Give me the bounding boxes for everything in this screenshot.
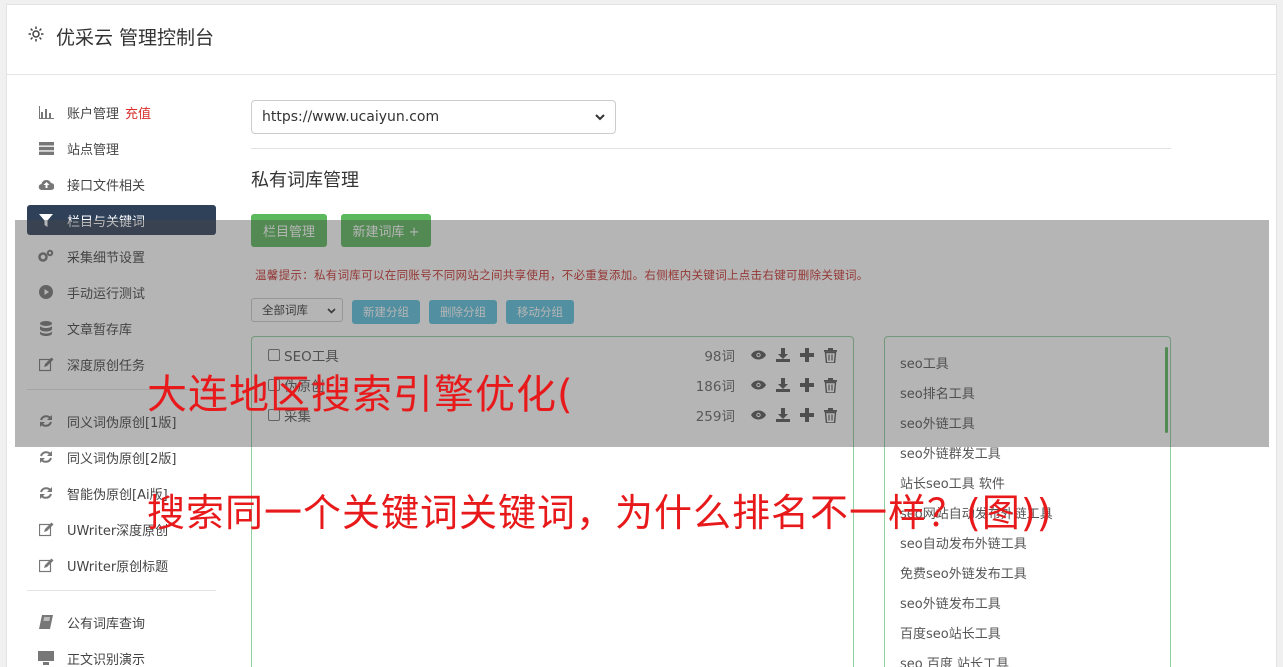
keyword-item[interactable]: 百度seo站长工具 (900, 623, 1001, 642)
sidebar-item-text-recognition[interactable]: 正文识别演示 (27, 643, 216, 667)
recharge-link[interactable]: 充值 (125, 103, 151, 122)
refresh-icon (38, 485, 54, 501)
sidebar-item-label: 站点管理 (67, 142, 120, 158)
sidebar-item-interface[interactable]: 接口文件相关 (27, 169, 216, 199)
edit-icon (38, 557, 54, 573)
keyword-item[interactable]: seo外链发布工具 (900, 593, 1001, 612)
server-icon (38, 140, 54, 156)
cloud-upload-icon (38, 176, 54, 192)
refresh-icon (38, 449, 54, 465)
section-title: 私有词库管理 (251, 170, 359, 191)
sidebar-item-uwriter-title[interactable]: UWriter原创标题 (27, 550, 216, 580)
sidebar-item-sites[interactable]: 站点管理 (27, 133, 216, 163)
header: 优采云 管理控制台 (7, 5, 1276, 75)
desktop-icon (38, 650, 54, 666)
overlay-subheadline: 搜索同一个关键词关键词，为什么排名不一样？(图)) (147, 491, 1053, 535)
keyword-item[interactable]: 免费seo外链发布工具 (900, 563, 1027, 582)
sidebar-item-label: UWriter原创标题 (67, 559, 169, 575)
page-title: 优采云 管理控制台 (56, 27, 215, 49)
chevron-down-icon (595, 109, 605, 125)
sidebar-item-label: 接口文件相关 (67, 178, 146, 194)
sidebar-item-label: 同义词伪原创[2版] (67, 451, 177, 467)
sidebar-item-label: 账户管理 (67, 106, 120, 122)
edit-icon (38, 521, 54, 537)
divider (251, 148, 1171, 149)
gear-icon (27, 25, 45, 43)
site-select[interactable]: https://www.ucaiyun.com (251, 100, 616, 134)
overlay-headline: 大连地区搜索引擎优化( (147, 372, 574, 418)
bar-chart-icon (38, 104, 54, 120)
keyword-item[interactable]: seo 百度 站长工具 (900, 653, 1009, 667)
sidebar-item-public-lib[interactable]: 公有词库查询 (27, 607, 216, 637)
sidebar-item-label: 公有词库查询 (67, 616, 146, 632)
book-icon (38, 614, 54, 630)
sidebar-divider (27, 590, 216, 591)
sidebar-item-account[interactable]: 账户管理 充值 (27, 97, 216, 127)
sidebar-item-label: 正文识别演示 (67, 652, 146, 667)
site-select-value: https://www.ucaiyun.com (262, 109, 440, 125)
